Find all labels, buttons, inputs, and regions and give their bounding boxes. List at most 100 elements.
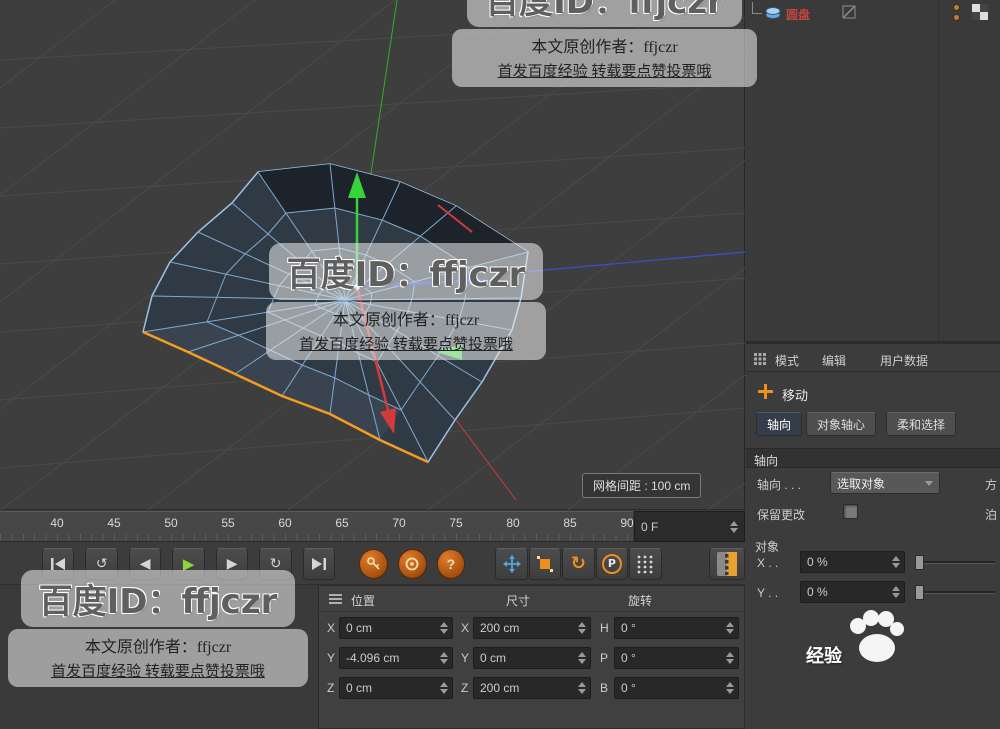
tab-object-axis[interactable]: 对象轴心 <box>806 412 877 436</box>
ruler-tick: 55 <box>221 516 235 530</box>
ruler-tick: 70 <box>392 516 406 530</box>
position-y-field[interactable]: -4.096 cm <box>339 647 453 669</box>
ruler-tick: 60 <box>278 516 292 530</box>
axis-x-row: X . . 0 % <box>746 548 1000 578</box>
field-stepper[interactable] <box>440 622 448 634</box>
ruler-tick: 85 <box>563 516 577 530</box>
p-circle-icon: P <box>601 553 622 574</box>
axis-mode-dropdown[interactable]: 选取对象 <box>830 472 940 494</box>
active-tool-name: 移动 <box>782 388 809 403</box>
axis-x-field[interactable]: 0 % <box>800 551 905 573</box>
slider-knob[interactable] <box>915 585 924 600</box>
rotation-header: 旋转 <box>628 594 653 608</box>
baidu-logo-text: 经验 <box>806 646 842 666</box>
menu-userdata[interactable]: 用户数据 <box>880 352 928 369</box>
scale-tool-button[interactable] <box>528 547 562 580</box>
field-stepper[interactable] <box>440 652 448 664</box>
tab-axis[interactable]: 轴向 <box>756 412 803 436</box>
field-stepper[interactable] <box>578 622 586 634</box>
keep-changes-checkbox[interactable] <box>843 504 858 519</box>
watermark-bottom-left: 百度ID：ffjczr 本文原创作者：ffjczr 首发百度经验 转载要点赞投票… <box>8 570 308 687</box>
ruler-tick: 40 <box>50 516 64 530</box>
move-tool-button[interactable] <box>495 547 528 580</box>
move-cross-icon <box>502 554 521 573</box>
size-x-field[interactable]: 200 cm <box>473 617 591 639</box>
watermark-big-text: 百度ID：ffjczr <box>20 570 296 627</box>
field-stepper[interactable] <box>578 682 586 694</box>
rotation-b-field[interactable]: 0 ° <box>614 677 739 699</box>
coords-row-x: X 0 cm X 200 cm H 0 ° <box>319 615 744 642</box>
key-icon <box>366 556 380 570</box>
ruler-tick: 80 <box>506 516 520 530</box>
axis-y-row: Y . . 0 % <box>746 578 1000 608</box>
slider-knob[interactable] <box>915 555 924 570</box>
keyframe-dots-button[interactable] <box>629 547 662 580</box>
keep-changes-row: 保留更改 泊 <box>746 498 1000 528</box>
coords-row-y: Y -4.096 cm Y 0 cm P 0 ° <box>319 645 744 672</box>
texture-checker-icon[interactable] <box>972 4 988 20</box>
baidu-logo-watermark: 经验 <box>806 606 926 696</box>
coordinates-header: 位置 尺寸 旋转 <box>319 586 744 612</box>
record-ring-icon <box>405 557 419 570</box>
position-x-field[interactable]: 0 cm <box>339 617 453 639</box>
move-plus-icon <box>758 384 773 399</box>
field-stepper[interactable] <box>892 586 900 598</box>
object-section-label: 对象 <box>755 540 780 554</box>
skip-end-icon <box>312 557 327 570</box>
ruler-tick: 65 <box>335 516 349 530</box>
autokey-button[interactable] <box>397 548 427 579</box>
disc-object-icon <box>765 7 781 19</box>
timeline-ruler[interactable]: 40 45 50 55 60 65 70 75 80 85 90 <box>0 511 634 542</box>
c4d-window: 网格间距 : 100 cm 百度ID：ffjczr 本文原创作者：ffjczr … <box>0 0 1000 729</box>
axis-section-header[interactable]: 轴向 <box>746 448 1000 468</box>
rotate-tool-button[interactable]: ↻ <box>562 547 595 580</box>
menu-edit[interactable]: 编辑 <box>822 352 846 369</box>
layer-icon[interactable] <box>842 5 856 19</box>
field-stepper[interactable] <box>440 682 448 694</box>
size-z-field[interactable]: 200 cm <box>473 677 591 699</box>
watermark-middle: 百度ID：ffjczr 本文原创作者：ffjczr 首发百度经验 转载要点赞投票… <box>266 243 546 360</box>
field-stepper[interactable] <box>892 556 900 568</box>
watermark-big-text: 百度ID：ffjczr <box>268 243 544 300</box>
ruler-tick: 50 <box>164 516 178 530</box>
axis-x-slider[interactable] <box>915 555 995 570</box>
coordinates-panel: 位置 尺寸 旋转 X 0 cm X 200 cm H 0 ° Y -4.096 … <box>318 585 745 729</box>
timeline-layout-button[interactable] <box>708 547 745 580</box>
coordinate-system-button[interactable]: P <box>595 547 629 580</box>
visibility-dots[interactable] <box>953 4 960 21</box>
frame-stepper[interactable] <box>730 520 738 533</box>
field-stepper[interactable] <box>726 682 734 694</box>
baidu-paw-icon <box>850 610 904 662</box>
size-header: 尺寸 <box>506 594 531 608</box>
position-header: 位置 <box>351 594 376 608</box>
grid-spacing-label: 网格间距 : 100 cm <box>582 473 702 498</box>
rotate-icon: ↻ <box>570 553 587 574</box>
list-icon <box>329 594 342 604</box>
coords-row-z: Z 0 cm Z 200 cm B 0 ° <box>319 675 744 702</box>
record-keyframe-button[interactable] <box>359 548 388 579</box>
menu-mode[interactable]: 模式 <box>775 352 799 369</box>
object-manager: 圆盘 <box>746 0 1000 344</box>
field-stepper[interactable] <box>726 652 734 664</box>
axis-y-field[interactable]: 0 % <box>800 581 905 603</box>
rotation-p-field[interactable]: 0 ° <box>614 647 739 669</box>
position-z-field[interactable]: 0 cm <box>339 677 453 699</box>
scale-box-icon <box>537 555 553 572</box>
tab-soft-select[interactable]: 柔和选择 <box>886 412 957 436</box>
axis-mode-row: 轴向 . . . 选取对象 方 <box>746 468 1000 498</box>
film-strip-icon <box>716 551 737 576</box>
field-stepper[interactable] <box>578 652 586 664</box>
object-name: 圆盘 <box>786 8 811 22</box>
keyframe-selection-button[interactable]: ? <box>436 548 466 579</box>
watermark-top: 百度ID：ffjczr 本文原创作者：ffjczr 首发百度经验 转载要点赞投票… <box>452 0 757 87</box>
panel-grid-icon <box>754 353 766 365</box>
size-y-field[interactable]: 0 cm <box>473 647 591 669</box>
attribute-menu-bar: 模式 编辑 用户数据 <box>746 344 1000 372</box>
object-row-disc[interactable]: 圆盘 <box>746 0 1000 26</box>
rotation-h-field[interactable]: 0 ° <box>614 617 739 639</box>
axis-y-slider[interactable] <box>915 585 995 600</box>
dots-grid-icon <box>638 555 653 573</box>
current-frame-field[interactable]: 0 F <box>634 511 745 542</box>
ruler-tick: 75 <box>449 516 463 530</box>
field-stepper[interactable] <box>726 622 734 634</box>
